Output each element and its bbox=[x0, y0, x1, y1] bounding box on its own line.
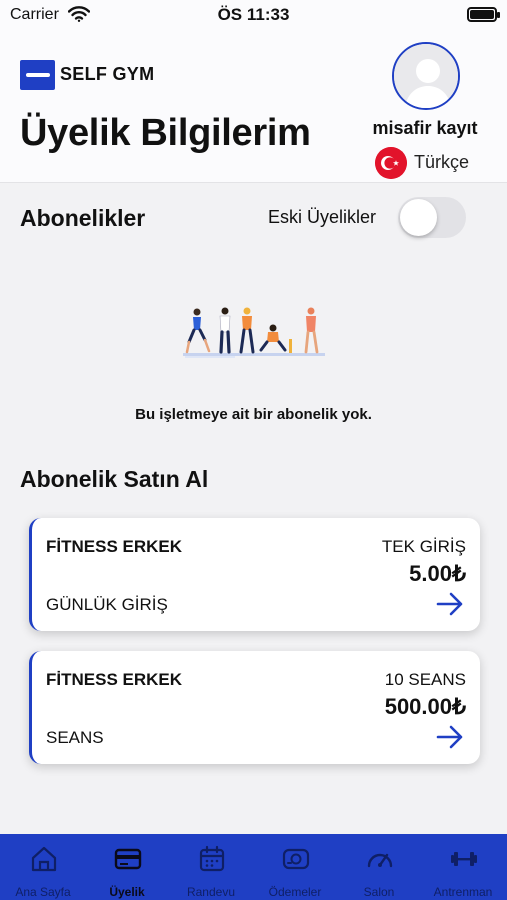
toggle-knob bbox=[400, 199, 437, 236]
tab-appointment[interactable]: Randevu bbox=[169, 834, 253, 900]
tab-payments[interactable]: Ödemeler bbox=[253, 834, 337, 900]
tab-membership[interactable]: Üyelik bbox=[85, 834, 169, 900]
membership-type: 10 SEANS bbox=[384, 670, 466, 689]
calendar-icon bbox=[199, 845, 225, 872]
tab-label: Salon bbox=[363, 885, 395, 899]
payment-icon bbox=[282, 848, 310, 870]
avatar[interactable] bbox=[392, 42, 460, 110]
battery-icon bbox=[467, 7, 500, 22]
arrow-right-icon[interactable] bbox=[436, 725, 464, 749]
tab-label: Üyelik bbox=[109, 885, 145, 899]
empty-subscriptions-message: Bu işletmeye ait bir abonelik yok. bbox=[135, 406, 372, 423]
bottom-tab-bar: Ana Sayfa Üyelik Randevu Ödemeler Salon … bbox=[0, 834, 507, 900]
status-bar: Carrier ÖS 11:33 bbox=[0, 0, 507, 30]
old-memberships-toggle[interactable] bbox=[398, 197, 466, 238]
tab-label: Antrenman bbox=[433, 885, 493, 899]
gym-logo bbox=[20, 60, 55, 90]
profile-header: SELF GYM Üyelik Bilgilerim misafir kayıt… bbox=[0, 30, 507, 183]
user-name: misafir kayıt bbox=[372, 118, 478, 138]
subscriptions-heading: Abonelikler bbox=[20, 205, 146, 231]
page-title: Üyelik Bilgilerim bbox=[20, 112, 311, 154]
speedometer-icon bbox=[367, 853, 393, 868]
fitness-people-illustration bbox=[183, 307, 325, 358]
purchase-heading: Abonelik Satın Al bbox=[20, 466, 209, 492]
tab-label: Randevu bbox=[186, 885, 236, 899]
membership-name: FİTNESS ERKEK bbox=[46, 537, 183, 556]
membership-name: FİTNESS ERKEK bbox=[46, 670, 183, 689]
membership-card[interactable]: FİTNESS ERKEK TEK GİRİŞ 5.00₺ GÜNLÜK GİR… bbox=[29, 518, 480, 631]
tab-gym[interactable]: Salon bbox=[337, 834, 421, 900]
membership-subtitle: GÜNLÜK GİRİŞ bbox=[46, 595, 168, 614]
arrow-right-icon[interactable] bbox=[436, 592, 464, 616]
membership-subtitle: SEANS bbox=[46, 728, 104, 747]
user-silhouette-icon bbox=[394, 44, 458, 108]
clock: ÖS 11:33 bbox=[217, 5, 290, 24]
dumbbell-icon bbox=[451, 852, 477, 866]
membership-price: 5.00₺ bbox=[409, 561, 466, 586]
tab-label: Ödemeler bbox=[268, 885, 322, 899]
tab-workout[interactable]: Antrenman bbox=[421, 834, 505, 900]
home-icon bbox=[31, 846, 57, 872]
tab-label: Ana Sayfa bbox=[15, 885, 71, 899]
brand-name: SELF GYM bbox=[60, 64, 155, 84]
card-icon bbox=[114, 848, 142, 870]
membership-type: TEK GİRİŞ bbox=[381, 537, 466, 556]
membership-price: 500.00₺ bbox=[384, 694, 466, 719]
old-memberships-label: Eski Üyelikler bbox=[268, 207, 377, 227]
language-selector[interactable]: Türkçe bbox=[414, 152, 469, 173]
membership-card[interactable]: FİTNESS ERKEK 10 SEANS 500.00₺ SEANS bbox=[29, 651, 480, 764]
tab-home[interactable]: Ana Sayfa bbox=[1, 834, 85, 900]
turkey-flag-icon[interactable] bbox=[375, 147, 407, 179]
